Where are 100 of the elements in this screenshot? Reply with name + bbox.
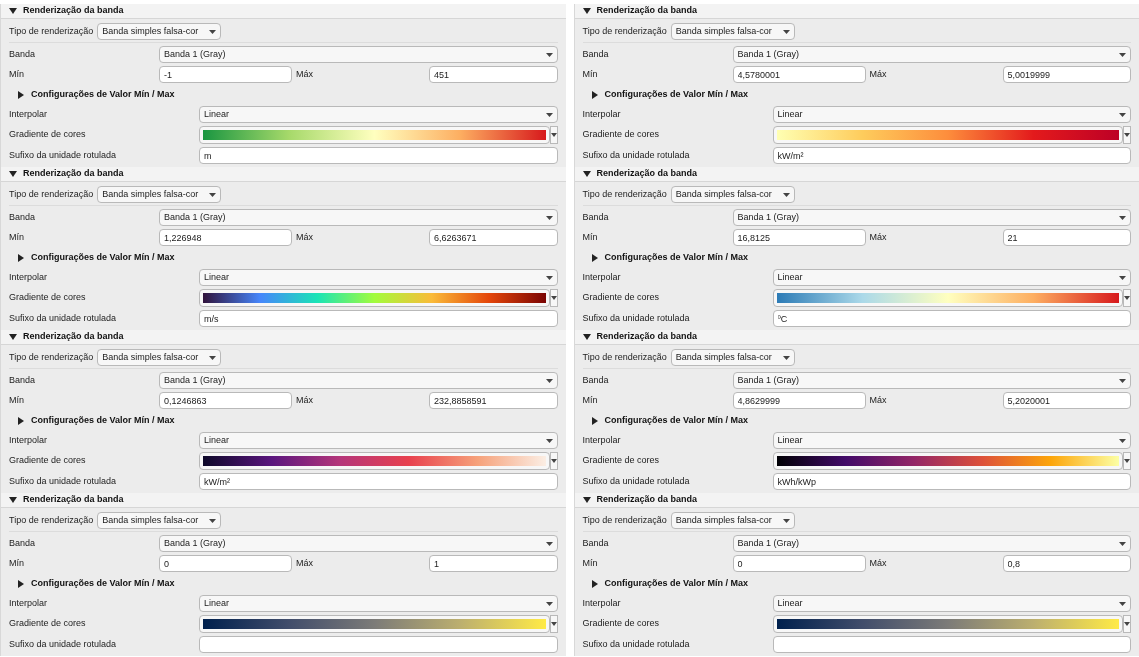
minmax-settings-toggle[interactable]: Configurações de Valor Mín / Max	[582, 575, 1131, 592]
field-label: Tipo de renderização	[9, 350, 94, 364]
dropdown-arrow-icon	[545, 601, 553, 606]
dropdown-arrow-icon	[1119, 215, 1126, 220]
section-header[interactable]: Renderização da banda	[574, 4, 1139, 19]
render-type-dropdown[interactable]: Banda simples falsa-cor	[670, 512, 795, 529]
interpolation-dropdown[interactable]: Linear	[199, 106, 558, 123]
min-field[interactable]: -1	[159, 66, 292, 83]
field-label: Mín	[582, 393, 599, 407]
max-field[interactable]: 0,8	[1002, 555, 1131, 572]
section-header[interactable]: Renderização da banda	[1, 493, 566, 508]
band-dropdown[interactable]: Banda 1 (Gray)	[732, 46, 1131, 63]
interpolation-dropdown[interactable]: Linear	[772, 432, 1131, 449]
interpolation-dropdown[interactable]: Linear	[772, 269, 1131, 286]
section-header[interactable]: Renderização da banda	[1, 167, 566, 182]
max-field[interactable]: 5,0019999	[1002, 66, 1131, 83]
minmax-settings-toggle[interactable]: Configurações de Valor Mín / Max	[9, 412, 558, 429]
band-dropdown[interactable]: Banda 1 (Gray)	[732, 372, 1131, 389]
minmax-settings-toggle[interactable]: Configurações de Valor Mín / Max	[582, 412, 1131, 429]
section-header[interactable]: Renderização da banda	[574, 493, 1139, 508]
color-ramp-button[interactable]	[772, 452, 1123, 470]
color-ramp-button[interactable]	[199, 289, 550, 307]
unit-suffix-field[interactable]: kWh/kWp	[772, 473, 1131, 490]
minmax-settings-toggle[interactable]: Configurações de Valor Mín / Max	[582, 249, 1131, 266]
unit-suffix-field[interactable]: kW/m²	[772, 147, 1131, 164]
field-label: Mín	[582, 67, 599, 81]
section-header[interactable]: Renderização da banda	[574, 330, 1139, 345]
render-type-dropdown[interactable]: Banda simples falsa-cor	[97, 349, 222, 366]
unit-suffix-field[interactable]	[772, 636, 1131, 653]
ramp-menu-button[interactable]	[549, 289, 558, 307]
minmax-settings-toggle[interactable]: Configurações de Valor Mín / Max	[9, 575, 558, 592]
max-field[interactable]: 451	[429, 66, 558, 83]
dropdown-arrow-icon	[1119, 112, 1126, 117]
ramp-menu-button[interactable]	[1123, 289, 1131, 307]
min-field[interactable]: 0	[159, 555, 292, 572]
section-header[interactable]: Renderização da banda	[1, 4, 566, 19]
band-dropdown[interactable]: Banda 1 (Gray)	[732, 535, 1131, 552]
render-type-dropdown[interactable]: Banda simples falsa-cor	[670, 349, 795, 366]
render-type-dropdown[interactable]: Banda simples falsa-cor	[97, 512, 222, 529]
color-ramp-button[interactable]	[199, 615, 550, 633]
render-type-dropdown[interactable]: Banda simples falsa-cor	[97, 186, 222, 203]
color-ramp-button[interactable]	[772, 615, 1123, 633]
dropdown-arrow-icon	[545, 378, 553, 383]
band-dropdown[interactable]: Banda 1 (Gray)	[159, 372, 558, 389]
interpolation-dropdown[interactable]: Linear	[199, 595, 558, 612]
max-field[interactable]: 21	[1002, 229, 1131, 246]
interpolation-dropdown[interactable]: Linear	[199, 432, 558, 449]
interpolation-dropdown[interactable]: Linear	[772, 595, 1131, 612]
render-type-dropdown[interactable]: Banda simples falsa-cor	[97, 23, 222, 40]
field-label: Gradiente de cores	[9, 454, 87, 468]
render-type-dropdown[interactable]: Banda simples falsa-cor	[670, 186, 795, 203]
max-field[interactable]: 1	[429, 555, 558, 572]
render-type-dropdown[interactable]: Banda simples falsa-cor	[670, 23, 795, 40]
min-field[interactable]: 0,1246863	[159, 392, 292, 409]
section-header[interactable]: Renderização da banda	[574, 167, 1139, 182]
min-field[interactable]: 0	[732, 555, 866, 572]
ramp-menu-button[interactable]	[549, 452, 558, 470]
ramp-menu-button[interactable]	[549, 615, 558, 633]
dropdown-arrow-icon	[550, 459, 557, 463]
ramp-menu-button[interactable]	[1123, 615, 1131, 633]
dropdown-arrow-icon	[782, 29, 790, 34]
ramp-menu-button[interactable]	[1123, 452, 1131, 470]
field-label: Mín	[582, 230, 599, 244]
field-label: Sufixo da unidade rotulada	[582, 148, 691, 162]
unit-suffix-field[interactable]: m	[199, 147, 558, 164]
field-label: Gradiente de cores	[9, 128, 87, 142]
band-dropdown[interactable]: Banda 1 (Gray)	[159, 209, 558, 226]
field-label: Interpolar	[9, 107, 49, 121]
field-label: Tipo de renderização	[582, 513, 667, 527]
min-field[interactable]: 4,8629999	[732, 392, 866, 409]
minmax-settings-toggle[interactable]: Configurações de Valor Mín / Max	[9, 249, 558, 266]
min-field[interactable]: 16,8125	[732, 229, 866, 246]
color-ramp-button[interactable]	[772, 126, 1123, 144]
minmax-settings-toggle[interactable]: Configurações de Valor Mín / Max	[582, 86, 1131, 103]
max-field[interactable]: 232,8858591	[429, 392, 558, 409]
max-field[interactable]: 6,6263671	[429, 229, 558, 246]
color-ramp-button[interactable]	[772, 289, 1123, 307]
interpolation-dropdown[interactable]: Linear	[772, 106, 1131, 123]
unit-suffix-field[interactable]: ºC	[772, 310, 1131, 327]
field-label: Sufixo da unidade rotulada	[582, 311, 691, 325]
unit-suffix-field[interactable]: m/s	[199, 310, 558, 327]
color-ramp-button[interactable]	[199, 452, 550, 470]
band-dropdown[interactable]: Banda 1 (Gray)	[159, 535, 558, 552]
section-header[interactable]: Renderização da banda	[1, 330, 566, 345]
min-field[interactable]: 1,226948	[159, 229, 292, 246]
max-field[interactable]: 5,2020001	[1002, 392, 1131, 409]
unit-suffix-field[interactable]: kW/m²	[199, 473, 558, 490]
minmax-settings-toggle[interactable]: Configurações de Valor Mín / Max	[9, 86, 558, 103]
unit-suffix-field[interactable]	[199, 636, 558, 653]
min-field[interactable]: 4,5780001	[732, 66, 866, 83]
field-label: Banda	[9, 47, 37, 61]
ramp-menu-button[interactable]	[549, 126, 558, 144]
field-label: Interpolar	[9, 596, 49, 610]
band-dropdown[interactable]: Banda 1 (Gray)	[159, 46, 558, 63]
color-ramp-button[interactable]	[199, 126, 550, 144]
field-label: Sufixo da unidade rotulada	[9, 311, 118, 325]
ramp-menu-button[interactable]	[1123, 126, 1131, 144]
interpolation-dropdown[interactable]: Linear	[199, 269, 558, 286]
field-label: Banda	[582, 536, 610, 550]
band-dropdown[interactable]: Banda 1 (Gray)	[732, 209, 1131, 226]
